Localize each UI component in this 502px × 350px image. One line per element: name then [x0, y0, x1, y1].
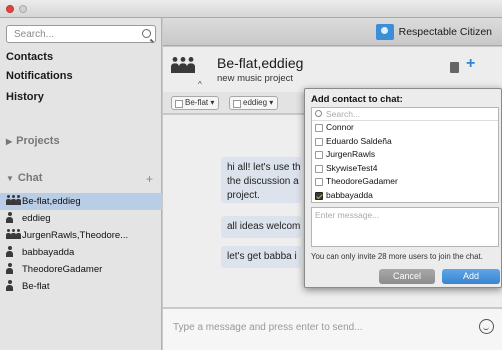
document-icon[interactable]	[450, 62, 459, 73]
sidebar-search-input[interactable]: Search...	[6, 25, 156, 43]
contact-name: SkywiseTest4	[326, 162, 378, 173]
contact-name: JurgenRawls	[326, 149, 376, 159]
projects-section-header[interactable]: ▶ Projects	[6, 135, 60, 147]
projects-label: Projects	[16, 135, 60, 147]
participant-tag[interactable]: eddieg ▾	[229, 96, 279, 110]
group-icon	[171, 57, 195, 76]
popup-title: Add contact to chat:	[311, 94, 403, 105]
chevron-up-icon[interactable]: ^	[198, 80, 202, 89]
group-icon	[6, 229, 21, 241]
person-icon	[6, 212, 13, 224]
close-window-button[interactable]	[6, 5, 14, 13]
conversation-header: ^ Be-flat,eddieg new music project +	[163, 47, 502, 92]
chat-item-label: JurgenRawls,Theodore...	[22, 230, 129, 241]
chat-item-label: Be-flat	[22, 281, 50, 292]
message-line: all ideas welcom	[227, 221, 301, 232]
checkbox[interactable]	[315, 151, 323, 159]
invite-limit-note: You can only invite 28 more users to joi…	[311, 252, 483, 261]
contact-name: Connor	[326, 122, 354, 132]
person-icon	[6, 280, 13, 292]
chat-item[interactable]: TheodoreGadamer	[0, 261, 162, 278]
nav-notifications[interactable]: Notifications	[6, 70, 73, 82]
contact-name: Eduardo Saldeña	[326, 135, 392, 146]
contact-option[interactable]: Eduardo Saldeña	[312, 135, 498, 149]
sidebar: Search... Contacts Notifications History…	[0, 18, 162, 350]
message-bubble: hi all! let's use th the discussion a pr…	[221, 157, 301, 203]
message-line: project.	[227, 190, 260, 201]
chat-item-label: Be-flat,eddieg	[22, 196, 81, 207]
participant-tag-label: Be-flat	[185, 98, 209, 107]
contact-option[interactable]: TheodoreGadamer	[312, 175, 498, 189]
checkbox-checked[interactable]	[315, 191, 323, 200]
chat-item[interactable]: babbayadda	[0, 244, 162, 261]
add-user-icon[interactable]: +	[466, 55, 475, 73]
checkbox[interactable]	[315, 178, 323, 186]
window-titlebar	[0, 0, 502, 18]
message-line: hi all! let's use th	[227, 162, 301, 173]
chat-item[interactable]: eddieg	[0, 210, 162, 227]
message-line: the discussion a	[227, 176, 299, 187]
conversation-subtitle: new music project	[217, 73, 294, 84]
disclosure-right-icon: ▶	[6, 137, 13, 146]
search-placeholder: Search...	[14, 29, 55, 40]
contact-name: TheodoreGadamer	[326, 176, 398, 186]
participant-tag-label: eddieg	[243, 98, 268, 107]
checkbox[interactable]	[315, 124, 323, 132]
contact-search-input[interactable]: Search...	[312, 108, 498, 121]
chat-section-header[interactable]: ▼ Chat	[6, 172, 42, 184]
chat-item-label: babbayadda	[22, 247, 75, 258]
minimize-window-button[interactable]	[19, 5, 27, 13]
invite-message-placeholder: Enter message...	[315, 210, 380, 220]
checkbox[interactable]	[315, 137, 323, 146]
chat-item[interactable]: Be-flat	[0, 278, 162, 295]
cancel-button[interactable]: Cancel	[379, 269, 435, 284]
contact-option[interactable]: JurgenRawls	[312, 148, 498, 162]
username: Respectable Citizen	[398, 26, 492, 38]
user-badge[interactable]: Respectable Citizen	[375, 23, 492, 41]
top-bar: Respectable Citizen	[163, 18, 502, 46]
chat-item-label: eddieg	[22, 213, 51, 224]
search-icon	[315, 110, 322, 117]
nav-contacts[interactable]: Contacts	[6, 51, 53, 63]
invite-message-input[interactable]: Enter message...	[311, 207, 499, 247]
add-contact-popup: Add contact to chat: Search... Connor Ed…	[304, 88, 502, 288]
add-button[interactable]: Add	[442, 269, 500, 284]
chat-list: Be-flat,eddieg eddieg JurgenRawls,Theodo…	[0, 193, 162, 295]
chat-item[interactable]: JurgenRawls,Theodore...	[0, 227, 162, 244]
chat-item[interactable]: Be-flat,eddieg	[0, 193, 162, 210]
message-composer[interactable]: Type a message and press enter to send..…	[163, 308, 502, 350]
contact-option[interactable]: Connor	[312, 121, 498, 135]
contact-search-placeholder: Search...	[326, 109, 361, 119]
chat-label: Chat	[17, 172, 43, 184]
message-bubble: let's get babba i	[221, 246, 301, 268]
checkbox[interactable]	[315, 164, 323, 173]
emoji-icon[interactable]	[479, 319, 494, 334]
group-icon	[6, 195, 21, 207]
contact-picker-list: Search... Connor Eduardo Saldeña JurgenR…	[311, 107, 499, 227]
contact-option[interactable]: SkywiseTest4	[312, 162, 498, 176]
contact-option[interactable]: babbayadda	[312, 189, 498, 203]
participant-tag[interactable]: Be-flat ▾	[171, 96, 220, 110]
message-bubble: all ideas welcom	[221, 216, 301, 238]
chat-item-label: TheodoreGadamer	[22, 264, 103, 275]
add-chat-button[interactable]: +	[146, 172, 153, 186]
disclosure-down-icon: ▼	[6, 174, 14, 183]
avatar-icon	[375, 24, 394, 40]
conversation-title: Be-flat,eddieg	[217, 55, 304, 71]
nav-history[interactable]: History	[6, 91, 44, 103]
contact-name: babbayadda	[326, 189, 373, 200]
person-icon	[6, 246, 13, 258]
search-icon[interactable]	[142, 29, 151, 38]
composer-placeholder: Type a message and press enter to send..…	[173, 322, 363, 333]
person-icon	[6, 263, 13, 275]
message-line: let's get babba i	[227, 251, 297, 262]
